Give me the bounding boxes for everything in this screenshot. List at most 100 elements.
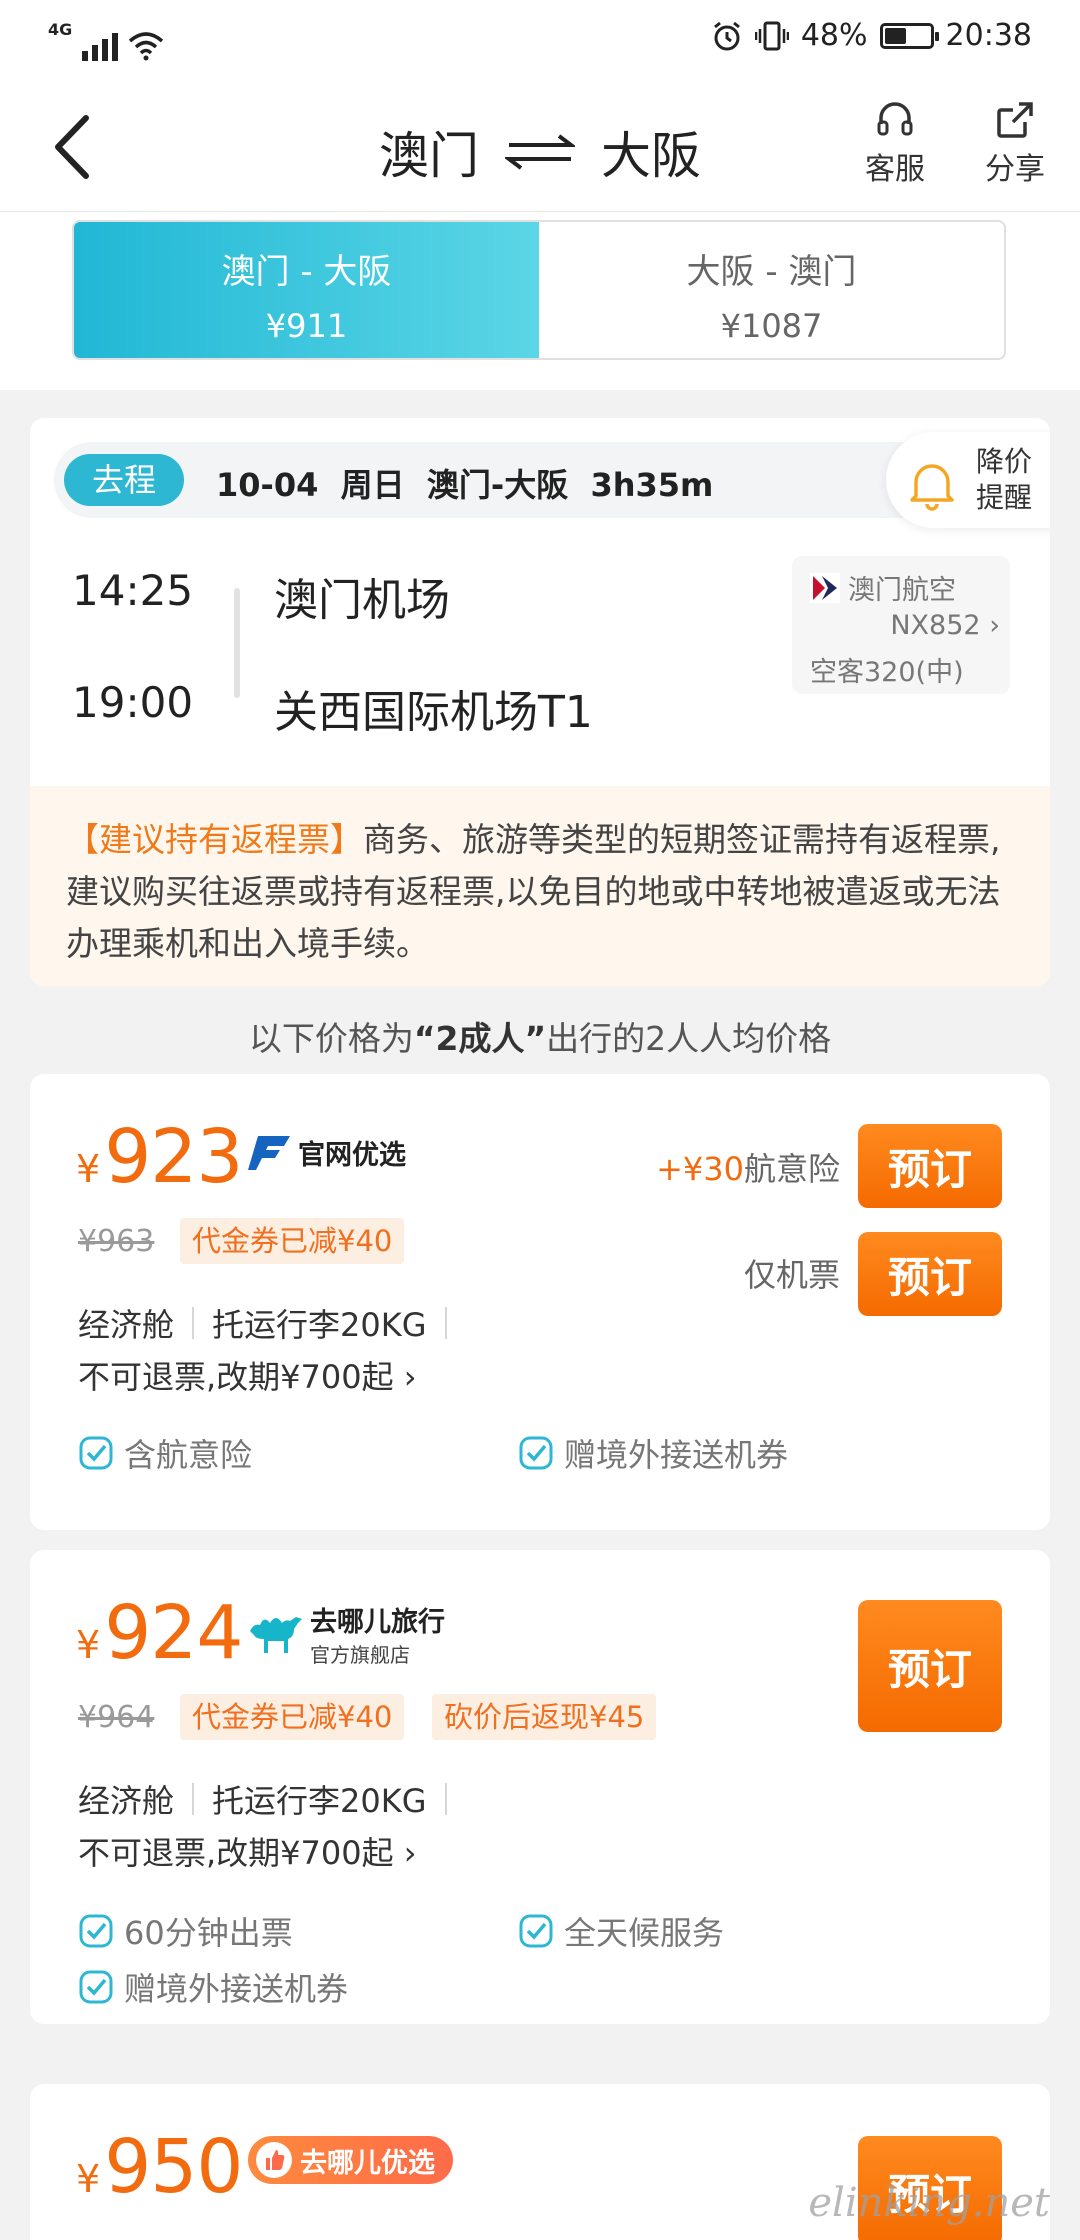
alarm-icon bbox=[713, 21, 740, 50]
refund-rule-link[interactable]: 不可退票,改期¥700起 › bbox=[78, 1828, 417, 1874]
status-bar: 4G 48% 20:38 bbox=[0, 0, 1080, 80]
route-divider bbox=[234, 588, 240, 698]
check-icon bbox=[79, 1914, 113, 1948]
check-icon bbox=[79, 1436, 113, 1470]
direction-badge: 去程 bbox=[64, 454, 184, 506]
cabin-class: 经济舱 bbox=[78, 1306, 175, 1344]
price-note-bold: “2成人” bbox=[413, 1019, 547, 1058]
cashback-tag: 砍价后返现¥45 bbox=[432, 1694, 657, 1740]
offer-card: ¥ 923 官网优选 ¥963 代金券已减¥40 经济舱 托运行李20KG 不可退… bbox=[30, 1074, 1050, 1530]
airline-logo-icon bbox=[810, 572, 840, 603]
offer-card: ¥ 924 去哪儿旅行 官方旗舰店 ¥964 代金券已减¥40 砍价后返现¥45… bbox=[30, 1550, 1050, 2024]
route-tabs: 澳门 - 大阪 ¥911 大阪 - 澳门 ¥1087 bbox=[72, 220, 1006, 360]
return-ticket-tip: 【建议持有返程票】商务、旅游等类型的短期签证需持有返程票,建议购买往返票或持有返… bbox=[30, 786, 1050, 986]
price-alert-line2: 提醒 bbox=[976, 481, 1033, 514]
flight-number: NX852 bbox=[890, 610, 981, 641]
tab-price: ¥1087 bbox=[720, 307, 823, 345]
refund-rule-link[interactable]: 不可退票,改期¥700起 › bbox=[78, 1352, 417, 1398]
airline-info[interactable]: 澳门航空 NX852 › 空客320(中) bbox=[792, 556, 1010, 694]
seller-badge: 去哪儿优选 bbox=[248, 2136, 453, 2184]
voucher-tag: 代金券已减¥40 bbox=[180, 1218, 405, 1264]
flight-card: 去程 10-04 周日 澳门-大阪 3h35m 降价 提醒 14:25 澳门机场… bbox=[30, 418, 1050, 986]
price-alert-line1: 降价 bbox=[976, 445, 1033, 478]
seller-name: 官网优选 bbox=[298, 1139, 406, 1171]
customer-service-label: 客服 bbox=[865, 152, 925, 187]
network-type: 4G bbox=[48, 20, 73, 39]
seller-badge: 去哪儿旅行 官方旗舰店 bbox=[246, 1600, 445, 1668]
seller-name: 去哪儿优选 bbox=[300, 2147, 435, 2179]
insurance-extra: +¥30 bbox=[656, 1150, 744, 1188]
camel-logo-icon bbox=[250, 1617, 302, 1653]
price-note: 以下价格为“2成人”出行的2人人均价格 bbox=[0, 1012, 1080, 1060]
airline-name: 澳门航空 bbox=[848, 575, 956, 606]
check-icon bbox=[519, 1914, 553, 1948]
signal-icon bbox=[82, 29, 119, 61]
ticket-only-label: 仅机票 bbox=[743, 1256, 840, 1294]
currency-symbol: ¥ bbox=[76, 2157, 101, 2201]
insurance-label: 航意险 bbox=[743, 1150, 840, 1188]
original-price: ¥964 bbox=[78, 1700, 155, 1735]
official-site-logo-icon bbox=[248, 1136, 290, 1170]
seller-subtitle: 官方旗舰店 bbox=[310, 1643, 410, 1667]
depart-time: 14:25 bbox=[72, 566, 194, 615]
watermark: elinking.net bbox=[808, 2180, 1050, 2226]
arrive-airport: 关西国际机场T1 bbox=[274, 687, 593, 738]
check-icon bbox=[519, 1436, 553, 1470]
price-note-prefix: 以下价格为 bbox=[248, 1019, 414, 1058]
feature-item: 含航意险 bbox=[78, 1430, 252, 1476]
feature-label: 含航意险 bbox=[124, 1436, 253, 1474]
feature-label: 全天候服务 bbox=[564, 1914, 725, 1952]
seller-name: 去哪儿旅行 bbox=[310, 1607, 445, 1638]
customer-service-button[interactable]: 客服 bbox=[850, 100, 940, 188]
clock: 20:38 bbox=[945, 18, 1032, 53]
feature-label: 赠境外接送机券 bbox=[564, 1436, 789, 1474]
feature-item: 赠境外接送机券 bbox=[78, 1964, 348, 2010]
share-icon bbox=[997, 102, 1033, 138]
headset-icon bbox=[877, 102, 913, 136]
origin-city: 澳门 bbox=[379, 127, 479, 185]
book-with-insurance-button[interactable]: 预订 bbox=[858, 1124, 1002, 1208]
vibrate-icon bbox=[754, 21, 789, 50]
tip-highlight: 【建议持有返程票】 bbox=[66, 820, 363, 859]
share-button[interactable]: 分享 bbox=[970, 100, 1060, 188]
feature-label: 赠境外接送机券 bbox=[124, 1970, 349, 2008]
baggage: 托运行李20KG bbox=[212, 1782, 427, 1820]
offer-price: ¥ 923 bbox=[76, 1114, 243, 1200]
tab-route: 大阪 - 澳门 bbox=[686, 252, 857, 292]
aircraft-type: 空客320(中) bbox=[810, 657, 964, 688]
price-value: 924 bbox=[104, 1590, 243, 1676]
insurance-option-label: +¥30航意险 bbox=[656, 1144, 840, 1190]
share-label: 分享 bbox=[985, 152, 1045, 187]
battery-percent: 48% bbox=[800, 18, 868, 53]
currency-symbol: ¥ bbox=[76, 1147, 101, 1191]
arrive-time: 19:00 bbox=[72, 678, 194, 727]
swap-arrows-icon bbox=[505, 134, 575, 170]
price-value: 923 bbox=[104, 1114, 243, 1200]
cabin-info: 经济舱 托运行李20KG bbox=[78, 1300, 465, 1346]
tab-return[interactable]: 大阪 - 澳门 ¥1087 bbox=[539, 222, 1004, 358]
book-button[interactable]: 预订 bbox=[858, 1600, 1002, 1732]
route-tabs-section: 澳门 - 大阪 ¥911 大阪 - 澳门 ¥1087 bbox=[0, 212, 1080, 390]
depart-airport: 澳门机场 bbox=[274, 575, 450, 626]
price-alert-button[interactable]: 降价 提醒 bbox=[886, 432, 1050, 528]
offer-price: ¥ 950 bbox=[76, 2124, 243, 2210]
original-price: ¥963 bbox=[78, 1224, 155, 1259]
feature-label: 60分钟出票 bbox=[124, 1914, 293, 1952]
tab-price: ¥911 bbox=[265, 307, 348, 345]
feature-item: 全天候服务 bbox=[518, 1908, 724, 1954]
check-icon bbox=[79, 1970, 113, 2004]
nav-bar: 澳门 大阪 客服 分享 bbox=[0, 80, 1080, 212]
voucher-tag: 代金券已减¥40 bbox=[180, 1694, 405, 1740]
cabin-info: 经济舱 托运行李20KG bbox=[78, 1776, 465, 1822]
price-note-suffix: 出行的2人人均价格 bbox=[546, 1019, 832, 1058]
flight-summary-bar: 去程 10-04 周日 澳门-大阪 3h35m bbox=[54, 442, 1014, 518]
currency-symbol: ¥ bbox=[76, 1623, 101, 1667]
destination-city: 大阪 bbox=[601, 127, 701, 185]
tab-outbound[interactable]: 澳门 - 大阪 ¥911 bbox=[74, 222, 539, 358]
book-ticket-only-button[interactable]: 预订 bbox=[858, 1232, 1002, 1316]
cabin-class: 经济舱 bbox=[78, 1782, 175, 1820]
feature-item: 赠境外接送机券 bbox=[518, 1430, 788, 1476]
tab-route: 澳门 - 大阪 bbox=[221, 252, 392, 292]
offer-price: ¥ 924 bbox=[76, 1590, 243, 1676]
baggage: 托运行李20KG bbox=[212, 1306, 427, 1344]
